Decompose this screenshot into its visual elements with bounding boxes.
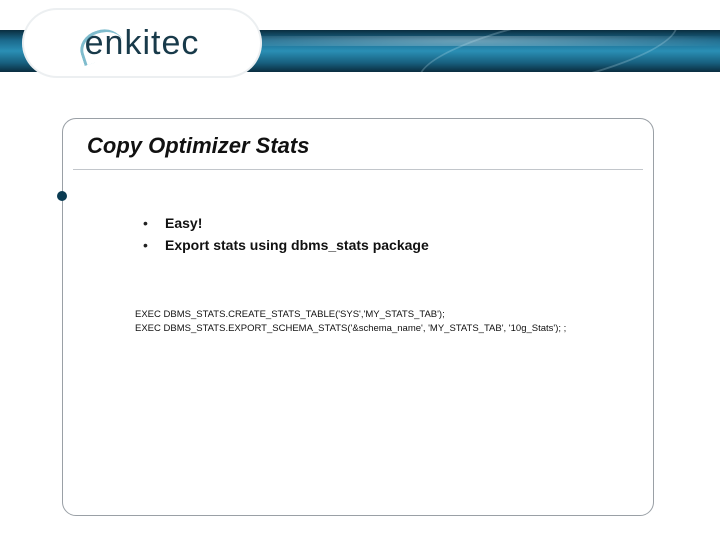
accent-dot-icon — [57, 191, 67, 201]
bullet-list: Easy! Export stats using dbms_stats pack… — [143, 213, 629, 256]
code-line: EXEC DBMS_STATS.EXPORT_SCHEMA_STATS('&sc… — [135, 323, 566, 334]
slide-card: Copy Optimizer Stats Easy! Export stats … — [62, 118, 654, 516]
logo-text: enkitec — [85, 24, 200, 63]
title-underline — [73, 169, 643, 170]
header: enkitec — [0, 0, 720, 92]
bullet-item: Export stats using dbms_stats package — [143, 235, 629, 257]
code-block: EXEC DBMS_STATS.CREATE_STATS_TABLE('SYS'… — [135, 308, 629, 336]
code-line: EXEC DBMS_STATS.CREATE_STATS_TABLE('SYS'… — [135, 309, 445, 320]
bullet-item: Easy! — [143, 213, 629, 235]
logo: enkitec — [22, 8, 262, 78]
slide-title: Copy Optimizer Stats — [87, 133, 629, 159]
